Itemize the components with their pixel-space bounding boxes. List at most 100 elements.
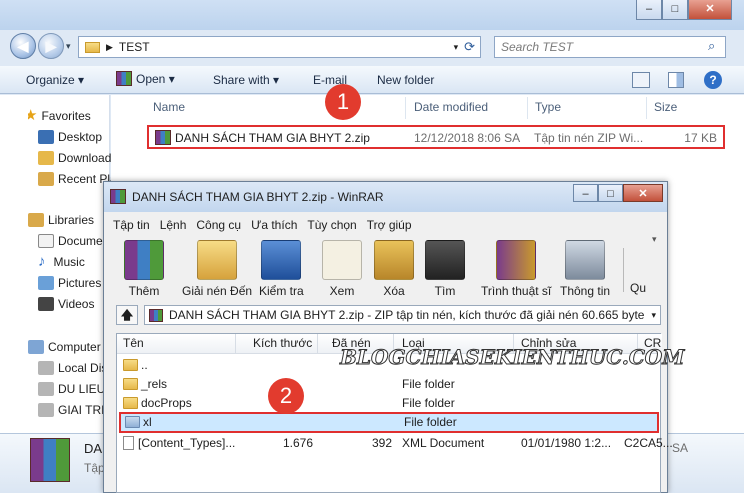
history-dropdown-icon[interactable]: ▾ [66, 41, 71, 52]
column-name[interactable]: Name [153, 100, 185, 114]
archive-row-rels[interactable]: _rels File folder [117, 375, 662, 394]
extract-folder-icon [197, 240, 238, 280]
sidebar-label: Music [53, 255, 85, 269]
toolbar-wizard-button[interactable]: Trình thuật sĩ [481, 240, 551, 298]
folder-icon [123, 397, 138, 409]
toolbar-label: Xóa [383, 284, 405, 298]
close-button[interactable]: ✕ [688, 0, 732, 20]
column-type[interactable]: Type [535, 100, 561, 114]
up-folder-button[interactable]: 🡅 [116, 305, 138, 325]
help-icon[interactable]: ? [704, 71, 722, 89]
winrar-app-icon [110, 189, 126, 204]
view-options-icon[interactable] [632, 72, 650, 88]
menu-tuy-chon[interactable]: Tùy chọn [302, 218, 361, 236]
column-kich-thuoc[interactable]: Kích thước [253, 336, 312, 350]
test-check-icon [261, 240, 302, 280]
file-row-zip[interactable]: DANH SÁCH THAM GIA BHYT 2.zip 12/12/2018… [147, 125, 725, 149]
drive-icon [38, 403, 54, 417]
toolbar-info-button[interactable]: Thông tin [560, 240, 610, 298]
winrar-icon [116, 71, 132, 86]
downloads-icon [38, 151, 54, 165]
row-name: xl [143, 415, 152, 429]
row-type: File folder [402, 396, 455, 410]
add-archive-icon [124, 240, 164, 280]
column-ten[interactable]: Tên [123, 336, 144, 350]
winrar-title: DANH SÁCH THAM GIA BHYT 2.zip - WinRAR [132, 190, 384, 204]
address-bar[interactable]: ▶ TEST ▾ ⟳ [78, 36, 481, 58]
computer-icon [28, 340, 44, 354]
folder-icon [123, 378, 138, 390]
archive-row-content-types[interactable]: [Content_Types]... 1.676 392 XML Documen… [117, 434, 673, 453]
menu-ua-thich[interactable]: Ưa thích [246, 218, 302, 236]
winrar-close-button[interactable]: ✕ [623, 184, 663, 202]
delete-icon [374, 240, 414, 280]
organize-button[interactable]: Organize ▾ [26, 73, 84, 87]
open-button[interactable]: Open ▾ [116, 71, 175, 86]
menu-tap-tin[interactable]: Tập tin [108, 218, 155, 236]
column-separator[interactable] [527, 97, 528, 119]
share-with-button[interactable]: Share with ▾ [213, 73, 279, 87]
toolbar-more-button[interactable]: Qu [630, 281, 646, 295]
toolbar-add-button[interactable]: Thêm [124, 240, 164, 298]
sidebar-label: Pictures [58, 276, 102, 290]
breadcrumb-test[interactable]: TEST [119, 40, 150, 54]
videos-icon [38, 297, 54, 311]
search-input[interactable]: Search TEST [494, 36, 726, 58]
winrar-minimize-button[interactable]: – [573, 184, 598, 202]
refresh-icon[interactable]: ⟳ [464, 39, 475, 55]
back-button[interactable]: ◀ [10, 33, 36, 59]
open-label: Open [136, 72, 166, 86]
maximize-button[interactable]: □ [662, 0, 688, 20]
search-icon[interactable]: ⌕ [708, 38, 715, 54]
navigation-pane: ★ Favorites Desktop Downloads Recent Plac… [0, 95, 135, 433]
drive-icon [38, 382, 54, 396]
toolbar-overflow-icon[interactable]: ▾ [652, 234, 657, 245]
column-separator[interactable] [317, 334, 318, 354]
column-size[interactable]: Size [654, 100, 677, 114]
column-date[interactable]: Date modified [414, 100, 488, 114]
column-separator[interactable] [405, 97, 406, 119]
row-name: _rels [141, 377, 168, 391]
watermark-text: BLOGCHIASEKIENTHUC.COM [339, 345, 685, 370]
archive-icon [149, 308, 163, 322]
winrar-maximize-button[interactable]: □ [598, 184, 623, 202]
archive-path-box[interactable]: DANH SÁCH THAM GIA BHYT 2.zip - ZIP tập … [144, 305, 661, 325]
toolbar-label: Thêm [128, 284, 160, 298]
toolbar-label: Trình thuật sĩ [481, 284, 552, 298]
folder-icon [125, 416, 140, 428]
toolbar-label: Giải nén Đến [182, 284, 253, 298]
menu-tro-giup[interactable]: Trợ giúp [362, 218, 417, 236]
row-type: File folder [402, 377, 455, 391]
preview-pane-icon[interactable] [668, 72, 684, 88]
sidebar-label: Downloads [58, 151, 118, 165]
sidebar-label: Desktop [58, 130, 103, 144]
toolbar-extract-button[interactable]: Giải nén Đến [182, 240, 252, 298]
toolbar-find-button[interactable]: Tìm [425, 240, 465, 298]
archive-row-docprops[interactable]: docProps File folder [117, 394, 662, 413]
toolbar-delete-button[interactable]: Xóa [374, 240, 414, 298]
new-folder-button[interactable]: New folder [377, 73, 434, 87]
details-date-suffix: SA [672, 441, 689, 455]
details-file-type: Tập [84, 461, 105, 475]
menu-lenh[interactable]: Lệnh [155, 218, 192, 236]
archive-path-text: DANH SÁCH THAM GIA BHYT 2.zip - ZIP tập … [169, 308, 645, 322]
column-separator[interactable] [646, 97, 647, 119]
libraries-icon [28, 213, 44, 227]
forward-button[interactable]: ▶ [38, 33, 64, 59]
minimize-button[interactable]: – [636, 0, 662, 20]
archive-row-xl[interactable]: xl File folder [119, 412, 659, 433]
toolbar-label: Kiểm tra [259, 284, 304, 298]
row-packed: 392 [372, 436, 393, 450]
find-binoculars-icon [425, 240, 465, 280]
address-dropdown-icon[interactable]: ▾ [454, 42, 459, 53]
details-file-name: DA [84, 441, 103, 456]
row-name: [Content_Types]... [138, 436, 236, 450]
menu-cong-cu[interactable]: Công cụ [191, 218, 246, 236]
toolbar-view-button[interactable]: Xem [322, 240, 362, 298]
toolbar-test-button[interactable]: Kiểm tra [259, 240, 304, 298]
winrar-large-icon [30, 438, 70, 482]
column-separator[interactable] [235, 334, 236, 354]
path-dropdown-icon[interactable]: ▾ [651, 310, 656, 321]
row-name: .. [141, 358, 148, 372]
winrar-archive-icon [155, 130, 171, 145]
